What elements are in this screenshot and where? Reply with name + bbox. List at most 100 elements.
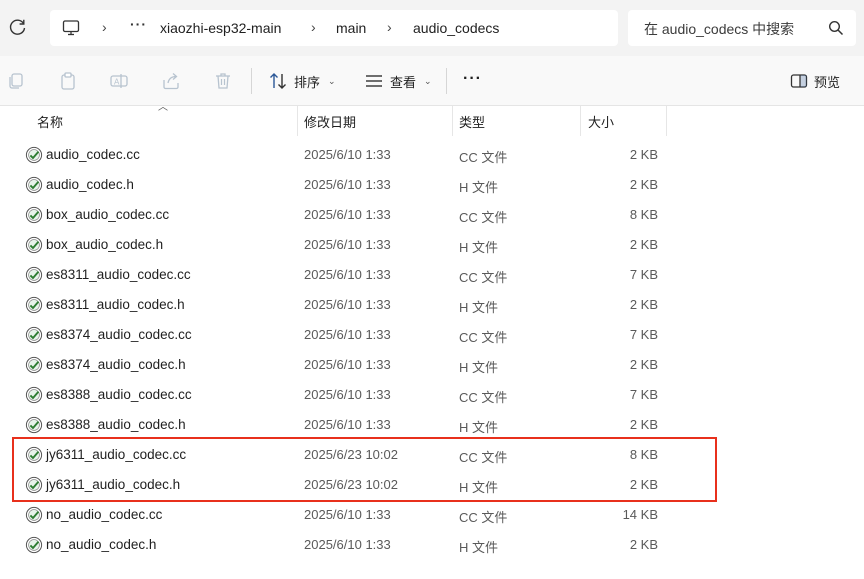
file-row[interactable]: es8374_audio_codec.h 2025/6/10 1:33 H 文件 2 … [0, 350, 864, 380]
file-modified-date: 2025/6/10 1:33 [304, 297, 391, 312]
file-row[interactable]: es8388_audio_codec.h 2025/6/10 1:33 H 文件 2 … [0, 410, 864, 440]
source-file-icon [25, 176, 43, 194]
paste-icon[interactable] [58, 71, 78, 91]
sort-icon [270, 73, 286, 89]
sort-button[interactable]: 排序 ⌄ [268, 69, 336, 93]
file-name[interactable]: es8311_audio_codec.h [46, 297, 185, 312]
address-bar[interactable]: › ··· xiaozhi-esp32-main › main › audio_… [50, 10, 618, 46]
address-bar-area: › ··· xiaozhi-esp32-main › main › audio_… [0, 0, 864, 56]
file-row[interactable]: jy6311_audio_codec.h 2025/6/23 10:02 H 文件 2… [0, 470, 864, 500]
file-row[interactable]: es8311_audio_codec.cc 2025/6/10 1:33 CC 文件… [0, 260, 864, 290]
breadcrumb-main[interactable]: main [336, 19, 366, 37]
source-file-icon [25, 506, 43, 524]
preview-pane-button[interactable]: 预览 [790, 69, 840, 93]
source-file-icon [25, 266, 43, 284]
chevron-right-icon[interactable]: › [311, 18, 321, 36]
toolbar-divider [251, 68, 252, 94]
column-header-date[interactable]: 修改日期 [304, 112, 356, 131]
column-header-size[interactable]: 大小 [588, 112, 614, 131]
file-name[interactable]: es8311_audio_codec.cc [46, 267, 191, 282]
file-size: 7 KB [629, 387, 658, 402]
file-name[interactable]: box_audio_codec.h [46, 237, 163, 252]
search-input[interactable]: 在 audio_codecs 中搜索 [628, 10, 856, 46]
chevron-down-icon: ⌄ [424, 75, 432, 86]
source-file-icon [25, 236, 43, 254]
chevron-right-icon[interactable]: › [102, 18, 112, 36]
more-options-button[interactable]: ··· [463, 70, 482, 88]
file-row[interactable]: audio_codec.h 2025/6/10 1:33 H 文件 2 KB [0, 170, 864, 200]
file-type: H 文件 [459, 480, 499, 495]
file-name[interactable]: es8374_audio_codec.h [46, 357, 186, 372]
rename-icon[interactable]: A [109, 71, 129, 91]
file-modified-date: 2025/6/10 1:33 [304, 237, 391, 252]
chevron-down-icon: ⌄ [328, 75, 336, 86]
file-name[interactable]: no_audio_codec.h [46, 537, 156, 552]
source-file-icon [25, 446, 43, 464]
file-modified-date: 2025/6/10 1:33 [304, 267, 391, 282]
command-bar: A 排序 ⌄ 查看 ⌄ ··· 预览 [0, 56, 864, 106]
file-row[interactable]: es8388_audio_codec.cc 2025/6/10 1:33 CC 文件… [0, 380, 864, 410]
file-modified-date: 2025/6/10 1:33 [304, 417, 391, 432]
file-type: H 文件 [459, 420, 499, 435]
file-name[interactable]: audio_codec.cc [46, 147, 140, 162]
file-row[interactable]: no_audio_codec.h 2025/6/10 1:33 H 文件 2 KB [0, 530, 864, 560]
column-divider[interactable] [452, 106, 453, 136]
view-icon [366, 75, 382, 87]
file-name[interactable]: es8374_audio_codec.cc [46, 327, 192, 342]
toolbar-divider [446, 68, 447, 94]
column-divider[interactable] [297, 106, 298, 136]
file-size: 2 KB [629, 477, 658, 492]
file-size: 7 KB [629, 327, 658, 342]
breadcrumb-overflow[interactable]: ··· [130, 16, 147, 32]
refresh-icon[interactable] [8, 17, 28, 37]
search-icon[interactable] [828, 20, 844, 36]
file-name[interactable]: es8388_audio_codec.h [46, 417, 186, 432]
breadcrumb-xiaozhi-esp32-main[interactable]: xiaozhi-esp32-main [160, 19, 281, 37]
sort-label: 排序 [294, 74, 321, 90]
file-size: 7 KB [629, 267, 658, 282]
file-name[interactable]: audio_codec.h [46, 177, 134, 192]
breadcrumb-audio-codecs[interactable]: audio_codecs [413, 19, 499, 37]
column-header-name[interactable]: 名称 [37, 112, 63, 131]
file-row[interactable]: es8311_audio_codec.h 2025/6/10 1:33 H 文件 2 … [0, 290, 864, 320]
preview-pane-icon [790, 74, 808, 88]
file-row[interactable]: box_audio_codec.h 2025/6/10 1:33 H 文件 2 KB [0, 230, 864, 260]
file-type: H 文件 [459, 540, 499, 555]
source-file-icon [25, 296, 43, 314]
file-name[interactable]: es8388_audio_codec.cc [46, 387, 192, 402]
this-pc-icon[interactable] [62, 19, 80, 37]
delete-icon[interactable] [213, 71, 233, 91]
column-divider[interactable] [580, 106, 581, 136]
preview-label: 预览 [814, 74, 841, 90]
column-divider[interactable] [666, 106, 667, 136]
view-label: 查看 [390, 74, 417, 90]
column-header-type[interactable]: 类型 [459, 112, 485, 131]
source-file-icon [25, 146, 43, 164]
file-size: 14 KB [622, 507, 658, 522]
file-modified-date: 2025/6/10 1:33 [304, 507, 391, 522]
file-type: CC 文件 [459, 270, 508, 285]
view-button[interactable]: 查看 ⌄ [364, 69, 432, 93]
file-name[interactable]: jy6311_audio_codec.h [46, 477, 180, 492]
file-type: CC 文件 [459, 510, 508, 525]
svg-text:A: A [114, 78, 120, 87]
share-icon[interactable] [161, 71, 181, 91]
source-file-icon [25, 386, 43, 404]
file-row[interactable]: audio_codec.cc 2025/6/10 1:33 CC 文件 2 KB [0, 140, 864, 170]
file-row[interactable]: box_audio_codec.cc 2025/6/10 1:33 CC 文件 8 K… [0, 200, 864, 230]
file-row[interactable]: no_audio_codec.cc 2025/6/10 1:33 CC 文件 14 K… [0, 500, 864, 530]
chevron-right-icon[interactable]: › [387, 18, 397, 36]
file-name[interactable]: box_audio_codec.cc [46, 207, 169, 222]
file-modified-date: 2025/6/10 1:33 [304, 177, 391, 192]
copy-icon[interactable] [6, 71, 26, 91]
file-name[interactable]: no_audio_codec.cc [46, 507, 162, 522]
file-size: 8 KB [629, 207, 658, 222]
file-type: CC 文件 [459, 330, 508, 345]
file-row[interactable]: jy6311_audio_codec.cc 2025/6/23 10:02 CC 文… [0, 440, 864, 470]
file-size: 2 KB [629, 237, 658, 252]
file-row[interactable]: es8374_audio_codec.cc 2025/6/10 1:33 CC 文件… [0, 320, 864, 350]
file-size: 8 KB [629, 447, 658, 462]
file-type: CC 文件 [459, 450, 508, 465]
file-name[interactable]: jy6311_audio_codec.cc [46, 447, 186, 462]
source-file-icon [25, 416, 43, 434]
